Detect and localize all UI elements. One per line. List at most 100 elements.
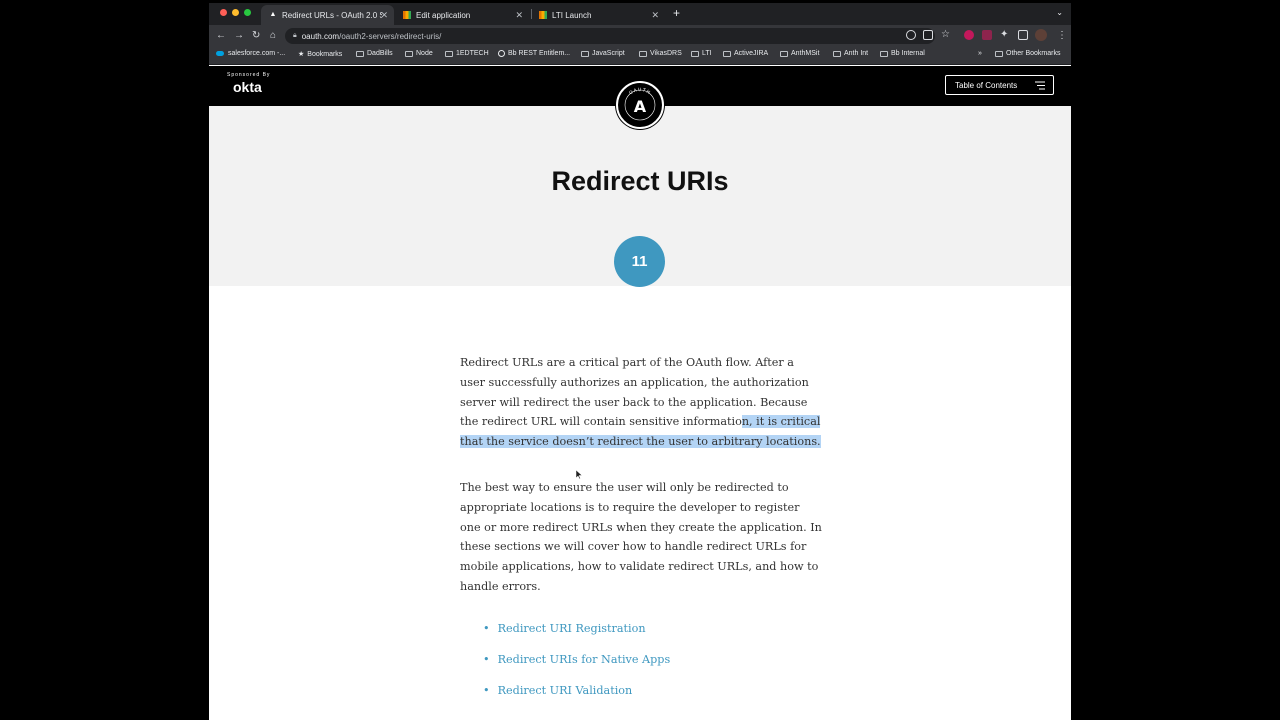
bookmark-lti[interactable]: LTI: [691, 50, 712, 57]
browser-menu-icon[interactable]: ⋮: [1057, 29, 1067, 43]
link-redirect-uris-native-apps[interactable]: Redirect URIs for Native Apps: [498, 653, 671, 666]
bookmark-vikasdrs[interactable]: VikasDRS: [639, 50, 682, 57]
bookmark-label: JavaScript: [592, 50, 625, 57]
toc-label: Table of Contents: [955, 80, 1018, 90]
reload-button[interactable]: ↻: [252, 29, 260, 43]
back-button[interactable]: ←: [216, 29, 226, 43]
url-path: /oauth2-servers/redirect-uris/: [339, 31, 442, 41]
bookmark-label: Bookmarks: [307, 50, 343, 58]
share-icon[interactable]: [923, 30, 933, 40]
tab-title: Edit application: [416, 10, 471, 20]
list-item: • Redirect URI Validation: [483, 684, 670, 715]
folder-icon: [833, 50, 841, 57]
address-bar[interactable]: 🔒︎ oauth.com/oauth2-servers/redirect-uri…: [285, 28, 935, 44]
bookmark-activejira[interactable]: ActiveJIRA: [723, 50, 768, 57]
tab-edit-application[interactable]: Edit application ✕: [395, 5, 529, 25]
paragraph-intro: Redirect URLs are a critical part of the…: [460, 353, 822, 452]
link-redirect-uri-validation[interactable]: Redirect URI Validation: [498, 684, 633, 697]
browser-window: ▲ Redirect URLs - OAuth 2.0 Sim ✕ Edit a…: [209, 3, 1071, 720]
bookmark-dadbills[interactable]: DadBills: [356, 50, 393, 57]
bookmark-label: Other Bookmarks: [1006, 50, 1061, 57]
bullet: •: [483, 684, 490, 697]
tab-title: LTI Launch: [552, 10, 592, 20]
bookmark-javascript[interactable]: JavaScript: [581, 50, 625, 57]
okta-logo[interactable]: okta: [233, 79, 262, 95]
bookmark-label: Bb Internal: [891, 50, 925, 57]
bookmark-node[interactable]: Node: [405, 50, 433, 57]
bookmark-label: DadBills: [367, 50, 393, 57]
globe-icon: [498, 50, 505, 57]
list-item: • Redirect URI Registration: [483, 622, 670, 653]
chapter-number-badge: 11: [614, 236, 665, 287]
bookmarks-overflow-button[interactable]: »: [978, 50, 982, 57]
svg-text:A: A: [634, 97, 647, 116]
google-lens-icon[interactable]: [906, 30, 916, 40]
link-redirect-uri-registration[interactable]: Redirect URI Registration: [498, 622, 646, 635]
oauth-favicon-icon: ▲: [269, 11, 277, 18]
profile-avatar[interactable]: [1035, 29, 1047, 41]
home-button[interactable]: ⌂: [270, 29, 276, 43]
folder-icon: [639, 50, 647, 57]
bookmark-label: Node: [416, 50, 433, 57]
bookmark-salesforce[interactable]: salesforce.com -...: [216, 50, 285, 57]
minimize-window-icon[interactable]: [232, 9, 239, 16]
table-of-contents-button[interactable]: Table of Contents: [945, 75, 1054, 95]
bookmark-1edtech[interactable]: 1EDTECH: [445, 50, 489, 57]
oauth-logo[interactable]: OAUTH A: [616, 81, 664, 129]
extension-pink-icon[interactable]: [982, 30, 992, 40]
folder-icon: [445, 50, 453, 57]
chart-favicon-icon: [539, 11, 547, 19]
folder-icon: [691, 50, 699, 57]
bookmark-bookmarks[interactable]: ★ Bookmarks: [298, 50, 343, 59]
bookmark-anthmsit[interactable]: AnthMSit: [780, 50, 819, 57]
folder-icon: [780, 50, 788, 57]
bookmark-label: VikasDRS: [650, 50, 682, 57]
url-host: oauth.com: [301, 31, 340, 41]
tab-title: Redirect URLs - OAuth 2.0 Sim: [282, 10, 382, 20]
menu-lines-icon: [1035, 81, 1045, 90]
forward-button[interactable]: →: [234, 29, 244, 43]
folder-icon: [356, 50, 364, 57]
paragraph-best-way: The best way to ensure the user will onl…: [460, 481, 822, 593]
salesforce-cloud-icon: [216, 51, 224, 56]
star-icon: ★: [298, 51, 305, 58]
list-item: • Redirect URIs for Native Apps: [483, 653, 670, 684]
side-panel-icon[interactable]: [1018, 30, 1028, 40]
bookmark-label: Bb REST Entitlem...: [508, 50, 571, 57]
bullet: •: [483, 653, 490, 666]
page-content: Sponsored By okta Table of Contents OAUT…: [209, 66, 1071, 720]
bookmark-bb-internal[interactable]: Bb Internal: [880, 50, 925, 57]
bookmark-anth-int[interactable]: Anth Int: [833, 50, 868, 57]
bookmark-label: LTI: [702, 50, 712, 57]
close-tab-icon[interactable]: ✕: [515, 10, 523, 21]
bookmark-star-icon[interactable]: ☆: [941, 28, 950, 42]
tab-redirect-urls[interactable]: ▲ Redirect URLs - OAuth 2.0 Sim ✕: [261, 5, 394, 25]
bookmark-label: ActiveJIRA: [734, 50, 769, 57]
tab-lti-launch[interactable]: LTI Launch ✕: [531, 5, 665, 25]
bookmarks-bar: salesforce.com -... ★ Bookmarks DadBills …: [209, 47, 1071, 65]
maximize-window-icon[interactable]: [244, 9, 251, 16]
close-window-icon[interactable]: [220, 9, 227, 16]
close-tab-icon[interactable]: ✕: [380, 10, 388, 21]
bookmark-label: salesforce.com -...: [228, 50, 286, 57]
bookmark-label: AnthMSit: [791, 50, 820, 57]
extensions-puzzle-icon[interactable]: ✦: [1000, 28, 1008, 42]
new-tab-button[interactable]: +: [673, 6, 680, 20]
other-bookmarks[interactable]: Other Bookmarks: [995, 50, 1060, 57]
sponsored-by-label: Sponsored By: [227, 72, 271, 78]
section-links-list: • Redirect URI Registration • Redirect URI…: [483, 622, 670, 715]
folder-icon: [880, 50, 888, 57]
folder-icon: [723, 50, 731, 57]
chart-favicon-icon: [403, 11, 411, 19]
lock-icon: 🔒︎: [293, 32, 297, 39]
browser-toolbar: ← → ↻ ⌂ 🔒︎ oauth.com/oauth2-servers/redi…: [209, 25, 1071, 47]
bookmark-bb-rest[interactable]: Bb REST Entitlem...: [498, 50, 570, 57]
close-tab-icon[interactable]: ✕: [651, 10, 659, 21]
page-title: Redirect URIs: [551, 166, 729, 196]
bookmark-label: Anth Int: [844, 50, 869, 57]
extension-red-icon[interactable]: [964, 30, 974, 40]
bookmark-label: 1EDTECH: [456, 50, 489, 57]
tab-search-chevron-icon[interactable]: ⌄: [1056, 8, 1063, 17]
oauth-badge-icon: OAUTH A: [624, 87, 656, 121]
tab-strip: ▲ Redirect URLs - OAuth 2.0 Sim ✕ Edit a…: [209, 3, 1071, 25]
